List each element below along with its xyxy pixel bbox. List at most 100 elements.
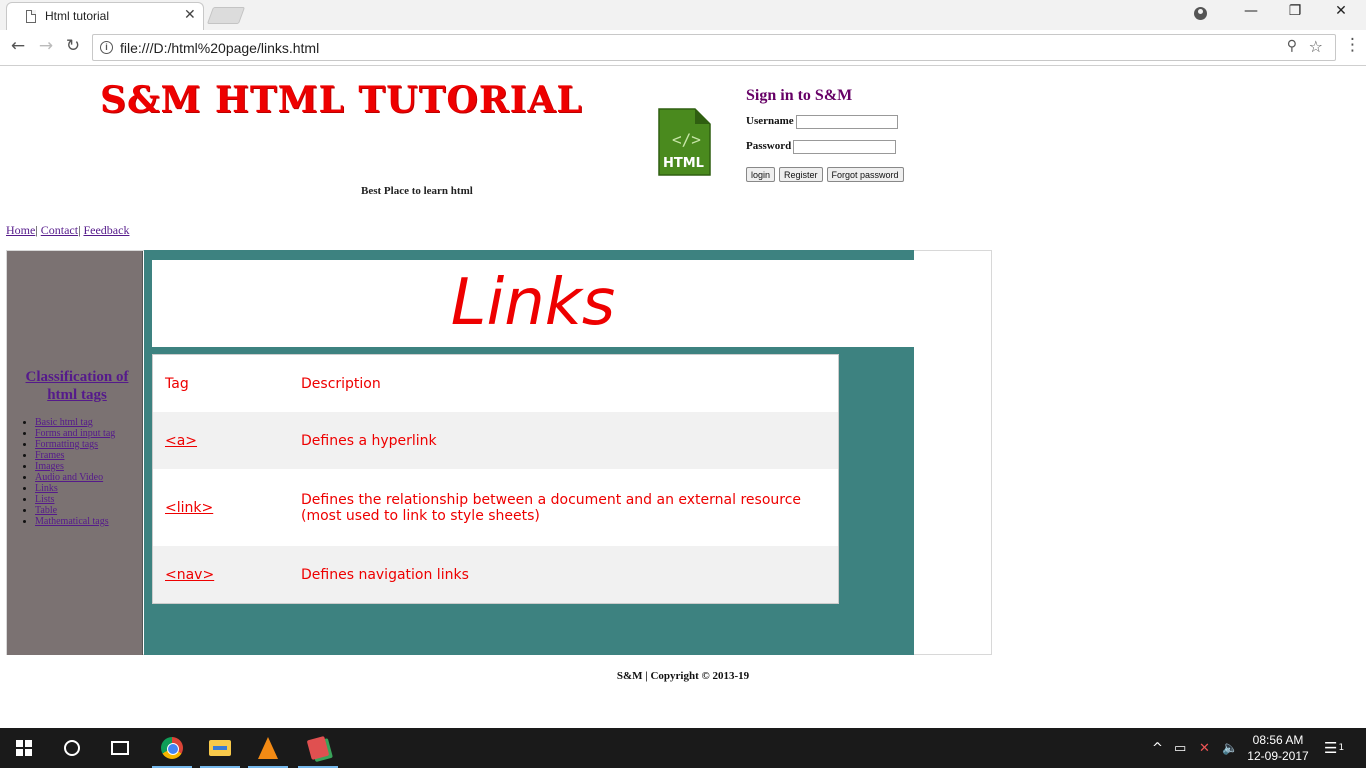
volume-icon[interactable]: 🔈 bbox=[1222, 728, 1238, 768]
sidebar-list: Basic html tag Forms and input tag Forma… bbox=[35, 417, 115, 527]
taskbar-chrome[interactable] bbox=[148, 728, 196, 768]
top-navigation: Home| Contact| Feedback bbox=[6, 223, 129, 238]
description-cell: Defines navigation links bbox=[301, 566, 469, 583]
taskbar-file-explorer[interactable] bbox=[196, 728, 244, 768]
footer: S&M | Copyright © 2013-19 bbox=[616, 670, 750, 682]
sidebar-link-images[interactable]: Images bbox=[35, 461, 64, 472]
taskbar-app[interactable] bbox=[294, 728, 342, 768]
html-file-logo: </> HTML bbox=[658, 108, 711, 176]
browser-tab[interactable]: Html tutorial ✕ bbox=[6, 2, 204, 30]
minimize-icon[interactable]: — bbox=[1236, 3, 1266, 19]
back-icon[interactable]: ← bbox=[7, 36, 29, 56]
zoom-icon[interactable]: ⚲ bbox=[1287, 38, 1297, 54]
sidebar-item: Forms and input tag bbox=[35, 428, 115, 439]
description-cell: Defines a hyperlink bbox=[301, 432, 437, 449]
sidebar-heading[interactable]: Classification of html tags bbox=[19, 368, 135, 404]
windows-logo-icon bbox=[16, 740, 32, 756]
username-field[interactable] bbox=[795, 115, 898, 129]
tagline: Best Place to learn html bbox=[361, 185, 473, 197]
page-heading: Links bbox=[450, 266, 616, 340]
nav-contact-link[interactable]: Contact bbox=[41, 223, 78, 237]
sidebar-item: Basic html tag bbox=[35, 417, 115, 428]
sidebar-item: Frames bbox=[35, 450, 115, 461]
table-row: <nav> Defines navigation links bbox=[153, 546, 838, 603]
sidebar-link-formatting[interactable]: Formatting tags bbox=[35, 439, 98, 450]
table-row: <a> Defines a hyperlink bbox=[153, 412, 838, 469]
taskbar-clock[interactable]: 08:56 AM 12-09-2017 bbox=[1246, 732, 1310, 764]
sidebar-link-forms[interactable]: Forms and input tag bbox=[35, 428, 115, 439]
nav-separator: | bbox=[78, 223, 81, 237]
username-row: Username bbox=[746, 115, 904, 140]
close-tab-icon[interactable]: ✕ bbox=[184, 7, 196, 23]
search-circle-icon bbox=[64, 740, 80, 756]
password-field[interactable] bbox=[793, 140, 897, 154]
sidebar-link-lists[interactable]: Lists bbox=[35, 494, 54, 505]
taskbar-vlc[interactable] bbox=[244, 728, 292, 768]
nav-separator: | bbox=[35, 223, 38, 237]
battery-icon[interactable]: ▭ bbox=[1174, 728, 1186, 768]
tag-link-nav[interactable]: <nav> bbox=[165, 567, 214, 583]
browser-toolbar: ← → ↻ i file:///D:/html%20page/links.htm… bbox=[0, 30, 1366, 66]
new-tab-button[interactable] bbox=[206, 7, 246, 24]
signin-buttons: login Register Forgot password bbox=[746, 167, 904, 182]
header-tag: Tag bbox=[165, 375, 189, 392]
folder-icon bbox=[209, 740, 231, 756]
web-page: S&M HTML TUTORIAL Best Place to learn ht… bbox=[0, 67, 1366, 728]
address-bar[interactable]: i file:///D:/html%20page/links.html ⚲ ☆ bbox=[92, 34, 1336, 61]
sidebar-link-table[interactable]: Table bbox=[35, 505, 57, 516]
sidebar-link-frames[interactable]: Frames bbox=[35, 450, 64, 461]
table-row: <link> Defines the relationship between … bbox=[153, 469, 838, 546]
profile-icon[interactable] bbox=[1194, 7, 1207, 20]
site-title: S&M HTML TUTORIAL bbox=[100, 79, 583, 121]
username-label: Username bbox=[746, 115, 794, 127]
cortana-button[interactable] bbox=[48, 728, 96, 768]
tab-strip: Html tutorial ✕ — ❐ ✕ bbox=[0, 0, 1366, 30]
signin-title: Sign in to S&M bbox=[746, 87, 853, 104]
sidebar-link-links[interactable]: Links bbox=[35, 483, 58, 494]
sidebar: Classification of html tags Basic html t… bbox=[7, 251, 143, 655]
nav-home-link[interactable]: Home bbox=[6, 223, 35, 237]
browser-menu-icon[interactable]: ⋮ bbox=[1344, 35, 1361, 55]
forgot-password-button[interactable]: Forgot password bbox=[826, 167, 904, 182]
forward-icon[interactable]: → bbox=[35, 36, 57, 56]
sidebar-item: Table bbox=[35, 505, 115, 516]
tag-cell: <nav> bbox=[153, 567, 301, 583]
bookmark-star-icon[interactable]: ☆ bbox=[1309, 37, 1323, 56]
tag-cell: <link> bbox=[153, 500, 301, 516]
reload-icon[interactable]: ↻ bbox=[62, 36, 84, 56]
password-label: Password bbox=[746, 140, 792, 152]
svg-text:</>: </> bbox=[672, 130, 701, 149]
vlc-cone-icon bbox=[258, 737, 278, 759]
login-button[interactable]: login bbox=[746, 167, 776, 182]
logo-text: HTML bbox=[663, 156, 704, 171]
heading-box: Links bbox=[152, 260, 914, 347]
tray-overflow-icon[interactable]: ^ bbox=[1152, 728, 1163, 768]
register-button[interactable]: Register bbox=[779, 167, 823, 182]
tag-link-link[interactable]: <link> bbox=[165, 500, 213, 516]
sidebar-link-math[interactable]: Mathematical tags bbox=[35, 516, 109, 527]
task-view-icon bbox=[111, 741, 129, 755]
task-view-button[interactable] bbox=[96, 728, 144, 768]
tab-title: Html tutorial bbox=[45, 9, 110, 23]
clock-time: 08:56 AM bbox=[1252, 733, 1304, 747]
tag-link-a[interactable]: <a> bbox=[165, 433, 197, 449]
start-button[interactable] bbox=[0, 728, 48, 768]
table-header-row: Tag Description bbox=[153, 355, 838, 412]
app-icon bbox=[306, 736, 330, 760]
description-cell: Defines the relationship between a docum… bbox=[301, 491, 802, 524]
url-text[interactable]: file:///D:/html%20page/links.html bbox=[120, 40, 319, 56]
info-icon[interactable]: i bbox=[100, 41, 113, 54]
sidebar-link-audio-video[interactable]: Audio and Video bbox=[35, 472, 103, 483]
close-window-icon[interactable]: ✕ bbox=[1326, 3, 1356, 19]
sidebar-item: Links bbox=[35, 483, 115, 494]
network-icon[interactable]: ✕ bbox=[1199, 728, 1210, 768]
clock-date: 12-09-2017 bbox=[1247, 749, 1309, 763]
sidebar-link-basic[interactable]: Basic html tag bbox=[35, 417, 93, 428]
notification-count: 1 bbox=[1338, 743, 1345, 753]
sidebar-item: Lists bbox=[35, 494, 115, 505]
header-description: Description bbox=[301, 375, 381, 392]
signin-form: Sign in to S&M Username Password login R… bbox=[746, 87, 904, 182]
restore-icon[interactable]: ❐ bbox=[1280, 3, 1310, 19]
action-center-icon[interactable]: ☰ 1 bbox=[1324, 728, 1344, 768]
nav-feedback-link[interactable]: Feedback bbox=[83, 223, 129, 237]
